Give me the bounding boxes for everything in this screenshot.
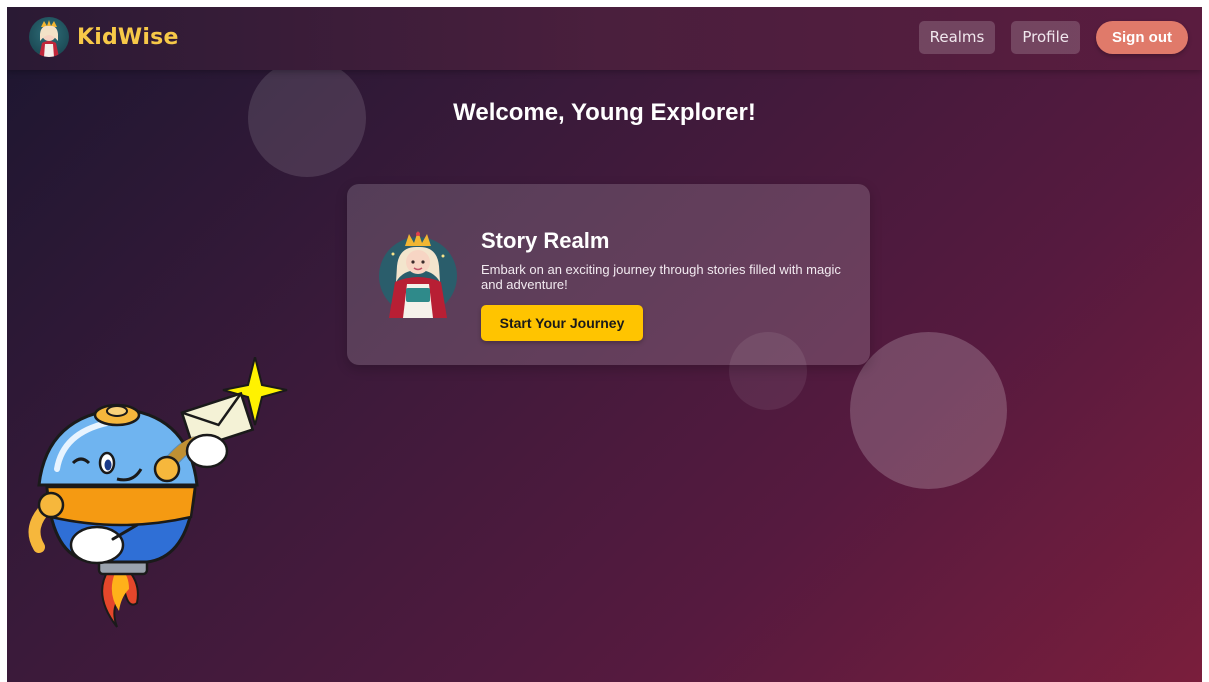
- realm-card-story: Story Realm Embark on an exciting journe…: [347, 184, 870, 365]
- start-journey-button[interactable]: Start Your Journey: [481, 305, 643, 341]
- nav-menu: Realms Profile Sign out: [918, 21, 1188, 54]
- princess-avatar-icon: [377, 226, 459, 322]
- brand[interactable]: KidWise: [29, 17, 179, 57]
- sign-out-button[interactable]: Sign out: [1096, 21, 1188, 54]
- page-title: Welcome, Young Explorer!: [453, 99, 756, 126]
- profile-button[interactable]: Profile: [1011, 21, 1080, 54]
- top-navbar: KidWise Realms Profile Sign out: [7, 7, 1202, 70]
- princess-logo-icon: [29, 17, 69, 57]
- brand-name: KidWise: [77, 24, 179, 50]
- card-description: Embark on an exciting journey through st…: [481, 262, 841, 292]
- decorative-bubble: [850, 332, 1007, 489]
- page-background: KidWise Realms Profile Sign out Welcome,…: [7, 7, 1202, 682]
- realms-button[interactable]: Realms: [918, 21, 996, 54]
- robot-mascot-icon: [17, 356, 289, 632]
- card-title: Story Realm: [481, 228, 610, 253]
